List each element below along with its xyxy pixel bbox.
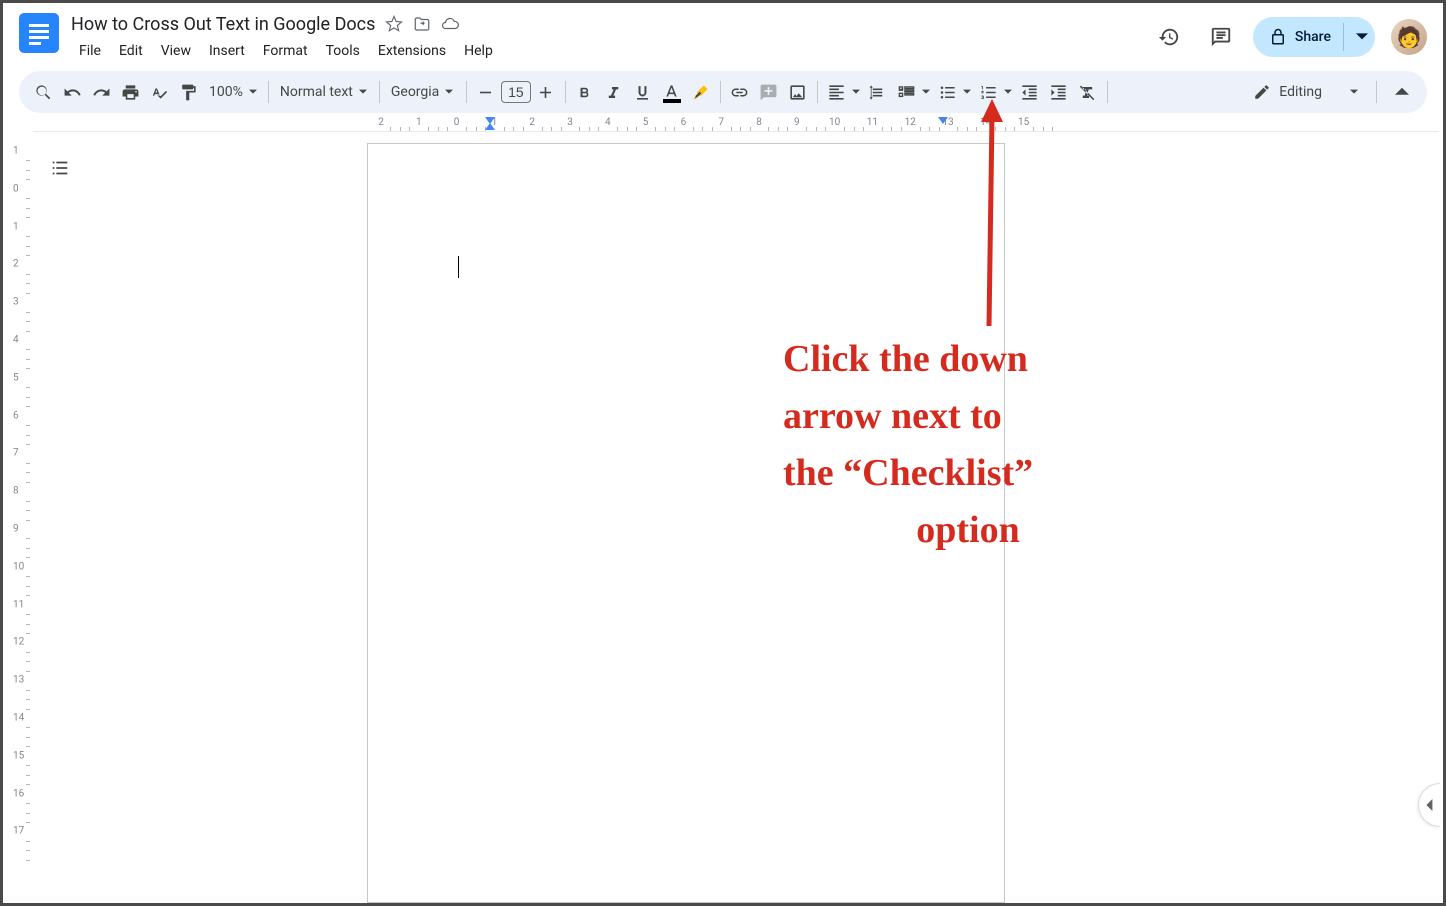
insert-image-icon[interactable] — [784, 78, 812, 106]
editing-mode-button[interactable]: Editing — [1245, 83, 1366, 101]
annotation-line: arrow next to — [783, 388, 1153, 445]
document-outline-icon[interactable] — [43, 151, 77, 185]
bulleted-list-dropdown-arrow[interactable] — [960, 78, 974, 106]
separator — [1376, 81, 1377, 103]
line-spacing-icon[interactable] — [864, 78, 892, 106]
separator — [720, 81, 721, 103]
checklist-dropdown-arrow[interactable] — [919, 78, 933, 106]
decrease-indent-icon[interactable] — [1016, 78, 1044, 106]
numbered-list-icon[interactable] — [975, 78, 1003, 106]
separator — [565, 81, 566, 103]
zoom-value: 100% — [209, 84, 243, 100]
annotation-text: Click the down arrow next to the “Checkl… — [783, 331, 1153, 559]
menu-bar: File Edit View Insert Format Tools Exten… — [71, 39, 1149, 63]
lock-icon — [1269, 28, 1287, 46]
document-title[interactable]: How to Cross Out Text in Google Docs — [71, 14, 375, 35]
bulleted-list-icon[interactable] — [934, 78, 962, 106]
star-icon[interactable] — [385, 15, 403, 33]
toolbar: 100% Normal text Georgia Editing — [19, 71, 1427, 113]
chevron-down-icon — [1350, 88, 1358, 96]
menu-edit[interactable]: Edit — [111, 39, 151, 63]
horizontal-ruler[interactable]: 210123456789101112131415 — [33, 116, 1439, 132]
text-color-icon[interactable] — [658, 78, 686, 106]
annotation-line: Click the down — [783, 331, 1153, 388]
align-icon[interactable] — [823, 78, 851, 106]
insert-comment-icon[interactable] — [755, 78, 783, 106]
chevron-down-icon — [445, 88, 453, 96]
vertical-ruler[interactable]: 101234567891011121314151617 — [7, 131, 33, 899]
search-menus-icon[interactable] — [29, 78, 57, 106]
menu-help[interactable]: Help — [456, 39, 501, 63]
increase-font-icon[interactable] — [532, 78, 560, 106]
highlight-icon[interactable] — [687, 78, 715, 106]
numbered-list-dropdown-arrow[interactable] — [1001, 78, 1015, 106]
paragraph-style-select[interactable]: Normal text — [274, 84, 374, 100]
annotation-line: the “Checklist” — [783, 445, 1153, 502]
side-panel-toggle[interactable] — [1418, 783, 1440, 827]
docs-logo-icon[interactable] — [19, 13, 59, 53]
separator — [1107, 81, 1108, 103]
font-value: Georgia — [391, 84, 439, 100]
title-area: How to Cross Out Text in Google Docs Fil… — [71, 11, 1149, 63]
text-cursor — [458, 256, 459, 278]
paint-format-icon[interactable] — [174, 78, 202, 106]
cloud-status-icon[interactable] — [441, 15, 459, 33]
print-icon[interactable] — [116, 78, 144, 106]
collapse-toolbar-icon[interactable] — [1387, 77, 1417, 107]
menu-format[interactable]: Format — [255, 39, 316, 63]
chevron-down-icon — [359, 88, 367, 96]
share-dropdown-arrow[interactable] — [1343, 23, 1371, 51]
share-button[interactable]: Share — [1253, 17, 1375, 57]
underline-icon[interactable] — [629, 78, 657, 106]
move-icon[interactable] — [413, 15, 431, 33]
align-dropdown-arrow[interactable] — [849, 78, 863, 106]
avatar[interactable]: 🧑 — [1391, 19, 1427, 55]
header: How to Cross Out Text in Google Docs Fil… — [3, 3, 1443, 67]
separator — [466, 81, 467, 103]
comments-icon[interactable] — [1201, 17, 1241, 57]
share-label: Share — [1295, 29, 1331, 45]
annotation-line: option — [783, 502, 1153, 559]
paragraph-style-value: Normal text — [280, 84, 353, 100]
insert-link-icon[interactable] — [726, 78, 754, 106]
menu-file[interactable]: File — [71, 39, 109, 63]
separator — [817, 81, 818, 103]
spellcheck-icon[interactable] — [145, 78, 173, 106]
menu-tools[interactable]: Tools — [318, 39, 368, 63]
increase-indent-icon[interactable] — [1045, 78, 1073, 106]
italic-icon[interactable] — [600, 78, 628, 106]
font-select[interactable]: Georgia — [385, 84, 461, 100]
undo-icon[interactable] — [58, 78, 86, 106]
font-size-input[interactable] — [501, 81, 531, 103]
redo-icon[interactable] — [87, 78, 115, 106]
menu-insert[interactable]: Insert — [201, 39, 253, 63]
menu-view[interactable]: View — [153, 39, 199, 63]
separator — [268, 81, 269, 103]
menu-extensions[interactable]: Extensions — [370, 39, 454, 63]
checklist-icon[interactable] — [893, 78, 921, 106]
clear-formatting-icon[interactable] — [1074, 78, 1102, 106]
separator — [379, 81, 380, 103]
history-icon[interactable] — [1149, 17, 1189, 57]
decrease-font-icon[interactable] — [472, 78, 500, 106]
chevron-down-icon — [249, 88, 257, 96]
zoom-select[interactable]: 100% — [203, 84, 263, 100]
bold-icon[interactable] — [571, 78, 599, 106]
pencil-icon — [1253, 83, 1271, 101]
editing-mode-label: Editing — [1279, 84, 1322, 100]
